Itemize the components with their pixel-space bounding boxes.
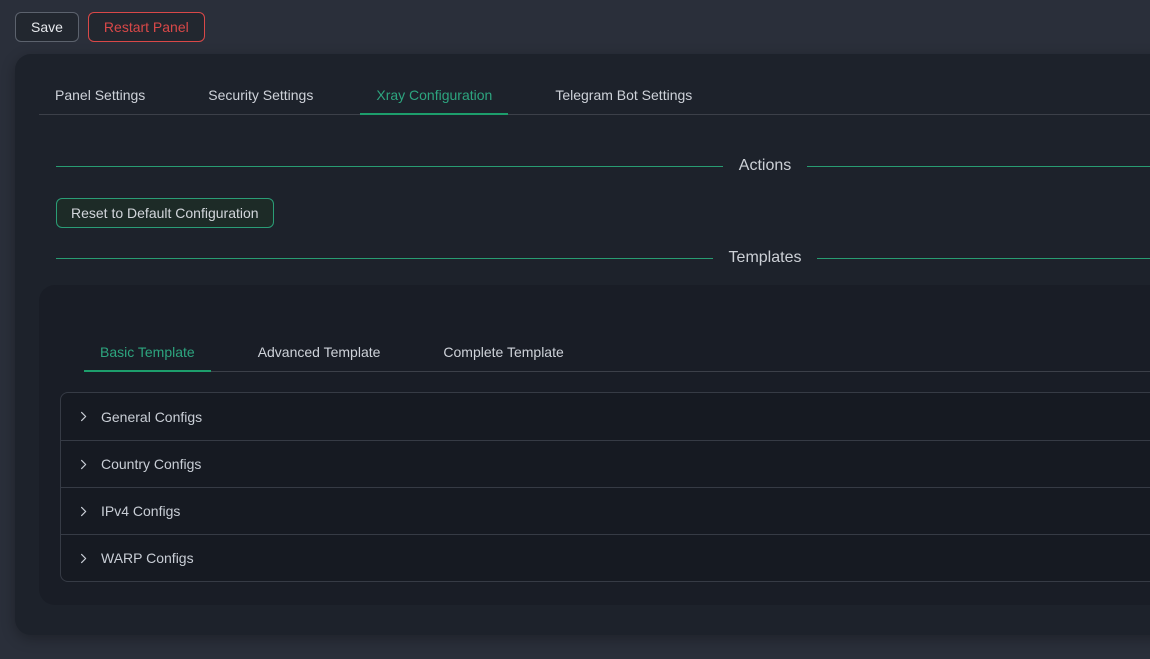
settings-card: Panel Settings Security Settings Xray Co… — [15, 54, 1150, 635]
tab-basic-template[interactable]: Basic Template — [84, 335, 211, 372]
templates-card: Basic Template Advanced Template Complet… — [39, 285, 1150, 605]
save-button[interactable]: Save — [15, 12, 79, 42]
actions-divider: Actions — [56, 157, 1150, 175]
actions-divider-label: Actions — [739, 157, 791, 175]
config-collapse-list: General Configs Country Configs IPv4 Con… — [60, 392, 1150, 582]
collapse-label: Country Configs — [101, 456, 201, 472]
divider-line — [56, 258, 713, 259]
divider-line — [807, 166, 1150, 167]
chevron-right-icon — [77, 505, 90, 518]
top-toolbar: Save Restart Panel — [0, 0, 1150, 42]
template-tab-bar: Basic Template Advanced Template Complet… — [84, 335, 1150, 372]
divider-line — [817, 258, 1150, 259]
tab-panel-settings[interactable]: Panel Settings — [39, 78, 161, 115]
chevron-right-icon — [77, 552, 90, 565]
collapse-label: IPv4 Configs — [101, 503, 180, 519]
reset-default-config-button[interactable]: Reset to Default Configuration — [56, 198, 274, 228]
divider-line — [56, 166, 723, 167]
collapse-warp-configs[interactable]: WARP Configs — [61, 534, 1150, 581]
tab-advanced-template[interactable]: Advanced Template — [242, 335, 397, 372]
templates-divider: Templates — [56, 249, 1150, 267]
settings-tab-bar: Panel Settings Security Settings Xray Co… — [39, 78, 1150, 115]
collapse-country-configs[interactable]: Country Configs — [61, 440, 1150, 487]
tab-telegram-bot-settings[interactable]: Telegram Bot Settings — [539, 78, 708, 115]
collapse-label: WARP Configs — [101, 550, 194, 566]
tab-security-settings[interactable]: Security Settings — [192, 78, 329, 115]
templates-divider-label: Templates — [729, 249, 802, 267]
collapse-general-configs[interactable]: General Configs — [61, 393, 1150, 440]
chevron-right-icon — [77, 458, 90, 471]
collapse-ipv4-configs[interactable]: IPv4 Configs — [61, 487, 1150, 534]
restart-panel-button[interactable]: Restart Panel — [88, 12, 205, 42]
tab-complete-template[interactable]: Complete Template — [427, 335, 579, 372]
tab-xray-configuration[interactable]: Xray Configuration — [360, 78, 508, 115]
chevron-right-icon — [77, 410, 90, 423]
collapse-label: General Configs — [101, 409, 202, 425]
